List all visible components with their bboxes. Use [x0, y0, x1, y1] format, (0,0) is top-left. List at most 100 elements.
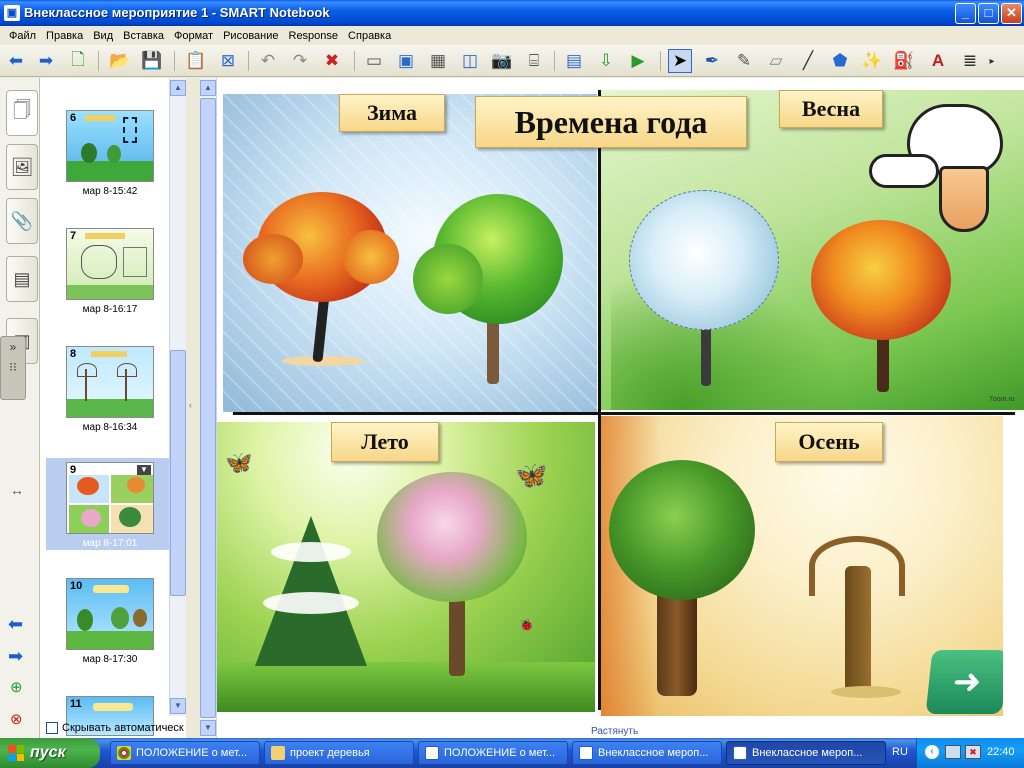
scroll-down-icon[interactable]: ▼: [170, 698, 186, 714]
taskbar-item[interactable]: ПОЛОЖЕНИЕ о мет...: [418, 741, 568, 765]
menu-help[interactable]: Справка: [343, 30, 396, 42]
auto-hide-checkbox[interactable]: [46, 722, 58, 734]
clock[interactable]: 22:40: [987, 746, 1015, 758]
menu-response[interactable]: Response: [284, 30, 344, 42]
redo-icon[interactable]: ↷: [288, 49, 312, 73]
next-page-icon[interactable]: ➡: [8, 646, 23, 667]
next-arrow-button[interactable]: ➜: [925, 650, 1003, 714]
page-sorter-scrollbar[interactable]: ▲ ▼: [169, 78, 186, 716]
taskbar: пуск ПОЛОЖЕНИЕ о мет... проект деревья П…: [0, 738, 1024, 768]
line-icon[interactable]: ╱: [796, 49, 820, 73]
menu-insert[interactable]: Вставка: [118, 30, 169, 42]
properties-icon[interactable]: ≣: [958, 49, 982, 73]
language-indicator[interactable]: RU: [892, 746, 908, 758]
eraser-icon[interactable]: ▱: [764, 49, 788, 73]
dual-page-icon[interactable]: ◫: [458, 49, 482, 73]
text-icon[interactable]: A: [926, 49, 950, 73]
canvas-scroll-up-icon[interactable]: ▲: [200, 80, 216, 96]
menu-file[interactable]: Файл: [4, 30, 41, 42]
open-folder-icon[interactable]: 📂: [108, 49, 132, 73]
notebook-file-icon: [579, 746, 593, 760]
label-spring[interactable]: Весна: [779, 90, 883, 128]
select-cursor-icon[interactable]: ➤: [668, 49, 692, 73]
fill-icon[interactable]: ⛽: [892, 49, 916, 73]
insert-file-icon[interactable]: ⇩: [594, 49, 618, 73]
taskbar-item[interactable]: проект деревья: [264, 741, 414, 765]
undo-icon[interactable]: ↶: [256, 49, 280, 73]
start-button[interactable]: пуск: [0, 738, 100, 768]
butterfly-icon: 🦋: [225, 450, 253, 475]
paste-icon[interactable]: 📋: [184, 49, 208, 73]
label-winter[interactable]: Зима: [339, 94, 445, 132]
vertical-divider: [598, 90, 601, 710]
menu-format[interactable]: Формат: [169, 30, 218, 42]
properties-tab-icon[interactable]: ▤: [6, 256, 38, 302]
delete-page-side-icon[interactable]: ⊗: [10, 710, 23, 728]
creative-pen-icon[interactable]: ✎: [732, 49, 756, 73]
network-icon[interactable]: [945, 745, 961, 759]
close-button[interactable]: ✕: [1001, 3, 1022, 24]
folder-icon: [271, 746, 285, 760]
scrollbar-thumb[interactable]: [170, 350, 186, 596]
prev-page-icon[interactable]: ⬅: [8, 614, 23, 635]
notebook-page[interactable]: 7oom.ru 🦋 🦋 🐞 ➜ Зима Времена года Весна …: [217, 90, 1024, 736]
minimize-button[interactable]: _: [955, 3, 976, 24]
maximize-button[interactable]: □: [978, 3, 999, 24]
resize-arrows-icon[interactable]: ↔: [10, 482, 24, 498]
splitter-grip-icon[interactable]: ‹: [189, 400, 192, 410]
page-sorter: 6 мар 8-15:42 7 мар 8-16:17 8 мар 8-16:3…: [40, 78, 190, 738]
label-summer[interactable]: Лето: [331, 422, 439, 462]
presentation-icon[interactable]: ▭: [362, 49, 386, 73]
menu-view[interactable]: Вид: [88, 30, 118, 42]
side-tab-strip: 🗍 🖼 📎 ▤ ▥ »⁝⁝ ↔ ⬅ ➡ ⊕ ⊗: [0, 78, 40, 738]
canvas-scrollbar[interactable]: ▲ ▼: [200, 78, 217, 738]
auto-hide-option[interactable]: Скрывать автоматическ: [46, 718, 190, 738]
splitter-bar[interactable]: ‹: [186, 78, 200, 738]
label-autumn[interactable]: Осень: [775, 422, 883, 462]
canvas-scrollbar-thumb[interactable]: [200, 98, 216, 718]
menu-bar: Файл Правка Вид Вставка Формат Рисование…: [0, 26, 1024, 45]
menu-draw[interactable]: Рисование: [218, 30, 283, 42]
insert-media-icon[interactable]: ▶: [626, 49, 650, 73]
tray-expand-icon[interactable]: ‹: [925, 745, 939, 759]
more-chevron-icon[interactable]: ▸: [986, 49, 998, 73]
back-arrow-icon[interactable]: ⬅: [4, 49, 28, 73]
screen-shade-icon[interactable]: ⊠: [216, 49, 240, 73]
magic-pen-icon[interactable]: ✨: [860, 49, 884, 73]
pen-icon[interactable]: ✒: [700, 49, 724, 73]
resize-hint[interactable]: Растянуть: [591, 726, 638, 736]
add-page-icon[interactable]: 🗋: [66, 49, 90, 73]
system-tray: ‹ ✖ 22:40: [916, 738, 1024, 768]
toolbar: ⬅ ➡ 🗋 📂 💾 📋 ⊠ ↶ ↷ ✖ ▭ ▣ ▦ ◫ 📷 ⌸ ▤ ⇩ ▶ ➤ …: [0, 45, 1024, 77]
table-icon[interactable]: ▤: [562, 49, 586, 73]
shapes-icon[interactable]: ⬟: [828, 49, 852, 73]
taskbar-item[interactable]: ПОЛОЖЕНИЕ о мет...: [110, 741, 260, 765]
watermark-text: 7oom.ru: [989, 396, 1015, 403]
app-icon: ▣: [4, 5, 20, 21]
camera-icon[interactable]: 📷: [490, 49, 514, 73]
fullscreen-icon[interactable]: ▣: [394, 49, 418, 73]
page-sorter-tab-icon[interactable]: 🗍: [6, 90, 38, 136]
window-title: Внеклассное мероприятие 1 - SMART Notebo…: [24, 5, 330, 20]
gallery-tab-icon[interactable]: 🖼: [6, 144, 38, 190]
slide-menu-dropdown-icon[interactable]: ▼: [137, 465, 151, 475]
forward-arrow-icon[interactable]: ➡: [34, 49, 58, 73]
title-bar: ▣ Внеклассное мероприятие 1 - SMART Note…: [0, 0, 1024, 26]
attachments-tab-icon[interactable]: 📎: [6, 198, 38, 244]
scroll-up-icon[interactable]: ▲: [170, 80, 186, 96]
security-alert-icon[interactable]: ✖: [965, 745, 981, 759]
save-icon[interactable]: 💾: [140, 49, 164, 73]
canvas-scroll-down-icon[interactable]: ▼: [200, 720, 216, 736]
transparent-bg-icon[interactable]: ▦: [426, 49, 450, 73]
document-camera-icon[interactable]: ⌸: [522, 49, 546, 73]
hand-pointer-icon[interactable]: [869, 96, 1019, 236]
chrome-icon: [117, 746, 131, 760]
taskbar-item-active[interactable]: Внеклассное мероп...: [726, 741, 886, 765]
taskbar-item[interactable]: Внеклассное мероп...: [572, 741, 722, 765]
add-page-side-icon[interactable]: ⊕: [10, 678, 23, 696]
menu-edit[interactable]: Правка: [41, 30, 88, 42]
delete-icon[interactable]: ✖: [320, 49, 344, 73]
panel-handle-icon[interactable]: » ⁝⁝: [0, 336, 26, 400]
page-title[interactable]: Времена года: [475, 96, 747, 148]
auto-hide-label: Скрывать автоматическ: [62, 722, 184, 734]
